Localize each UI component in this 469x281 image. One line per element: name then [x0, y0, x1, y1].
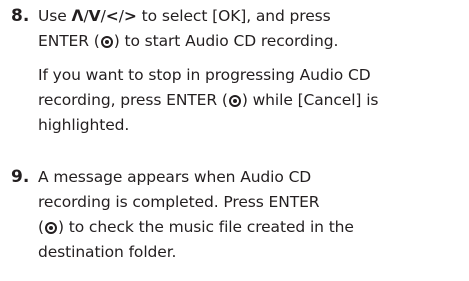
arrow-right-icon: >: [123, 7, 137, 25]
text-segment: to select [OK], and press: [136, 7, 331, 25]
step-number: 8.: [11, 6, 30, 26]
text-segment: Use: [38, 7, 72, 25]
arrow-down-icon: V: [88, 7, 101, 25]
enter-button-icon: [44, 222, 57, 234]
text-segment: ) while [Cancel] is: [241, 91, 379, 109]
text-line: ENTER ( ) to start Audio CD recording.: [38, 29, 463, 54]
step-9-instruction: A message appears when Audio CD recordin…: [38, 165, 463, 265]
text-line: recording, press ENTER ( ) while [Cancel]…: [38, 88, 463, 113]
text-line: ( ) to check the music file created in th…: [38, 215, 463, 240]
text-line: recording is completed. Press ENTER: [38, 193, 320, 211]
text-segment: recording, press ENTER (: [38, 91, 228, 109]
arrow-left-icon: <: [105, 7, 119, 25]
text-line: If you want to stop in progressing Audio…: [38, 66, 371, 84]
text-segment: (: [38, 218, 44, 236]
enter-button-icon: [228, 95, 241, 107]
text-line: A message appears when Audio CD: [38, 168, 312, 186]
enter-button-icon: [100, 36, 113, 48]
step-8-instruction: Use Λ/V/</> to select [OK], and press EN…: [38, 4, 463, 54]
text-line: Use Λ/V/</> to select [OK], and press: [38, 4, 463, 29]
text-line: highlighted.: [38, 116, 130, 134]
text-segment: ENTER (: [38, 32, 100, 50]
step-number: 9.: [11, 167, 30, 187]
instruction-document: 8. Use Λ/V/</> to select [OK], and press…: [0, 0, 469, 281]
text-line: destination folder.: [38, 243, 177, 261]
text-segment: ) to check the music file created in the: [57, 218, 354, 236]
text-segment: ) to start Audio CD recording.: [113, 32, 339, 50]
step-8-note: If you want to stop in progressing Audio…: [38, 63, 463, 138]
arrow-up-icon: Λ: [71, 7, 84, 25]
